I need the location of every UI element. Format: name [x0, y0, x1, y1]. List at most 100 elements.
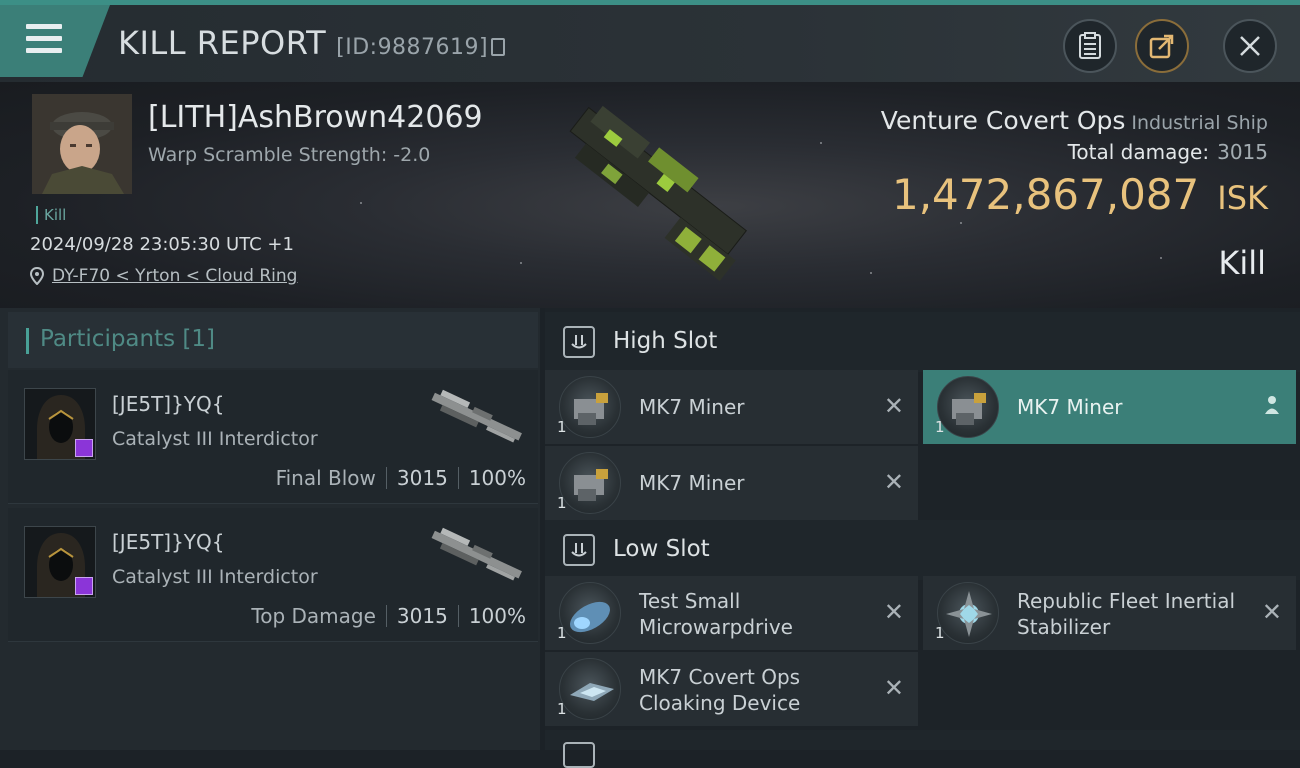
module-qty: 1 [557, 700, 567, 718]
share-button[interactable] [1135, 19, 1189, 73]
participant-ship-image [431, 389, 522, 443]
module-name: Test Small Microwarpdrive [639, 588, 793, 640]
page-title: KILL REPORT [ID:9887619] [118, 24, 506, 62]
participants-label: Participants [40, 326, 176, 352]
low-slot-label: Low Slot [613, 536, 710, 562]
participant-avatar[interactable] [24, 526, 96, 598]
menu-button[interactable] [0, 5, 110, 77]
location-link[interactable]: DY-F70 < Yrton < Cloud Ring [52, 266, 297, 286]
victim-ship-name[interactable]: Venture Covert Ops Industrial Ship [881, 106, 1268, 135]
warp-scramble-strength: Warp Scramble Strength: -2.0 [148, 144, 431, 166]
participants-panel: Participants [1] [JE5T]}YQ{ Catalyst III… [0, 308, 540, 750]
module-qty: 1 [557, 418, 567, 436]
person-icon[interactable] [1262, 394, 1282, 416]
close-button[interactable] [1223, 19, 1277, 73]
isk-unit: ISK [1217, 179, 1268, 217]
module-item[interactable]: 1 MK7 Covert Ops Cloaking Device ✕ [545, 652, 918, 726]
inertial-stabilizer-icon [937, 582, 999, 644]
module-name: MK7 Covert Ops Cloaking Device [639, 664, 800, 716]
isk-amount: 1,472,867,087 [891, 170, 1200, 219]
remove-icon[interactable]: ✕ [884, 470, 904, 494]
remove-icon[interactable]: ✕ [1262, 600, 1282, 624]
stat-percent: 100% [468, 604, 526, 628]
kill-type-tag: Kill [36, 206, 66, 224]
clipboard-button[interactable] [1063, 19, 1117, 73]
fitting-panel: High Slot 1 MK7 Miner ✕ 1 MK7 Miner 1 MK… [545, 308, 1300, 768]
victim-panel: [LITH]AshBrown42069 Warp Scramble Streng… [0, 82, 1300, 308]
low-slot-header: Low Slot [545, 520, 1300, 580]
participants-count: [1] [182, 326, 216, 352]
high-slot-icon [563, 326, 595, 358]
victim-name[interactable]: [LITH]AshBrown42069 [148, 100, 483, 135]
close-icon [1240, 36, 1260, 56]
module-qty: 1 [935, 418, 945, 436]
module-name-line2: Stabilizer [1017, 615, 1111, 639]
title-text: KILL REPORT [118, 24, 327, 62]
participant-card[interactable]: [JE5T]}YQ{ Catalyst III Interdictor Fina… [8, 370, 538, 504]
participant-ship: Catalyst III Interdictor [112, 566, 318, 588]
participant-stats: Top Damage 3015 100% [251, 604, 526, 628]
participant-stats: Final Blow 3015 100% [276, 466, 526, 490]
module-name: MK7 Miner [639, 471, 745, 495]
module-qty: 1 [557, 624, 567, 642]
kill-datetime: 2024/09/28 23:05:30 UTC +1 [30, 234, 294, 255]
miner-icon [559, 376, 621, 438]
isk-value: 1,472,867,087 ISK [892, 170, 1268, 219]
participant-badge [75, 439, 93, 457]
remove-icon[interactable]: ✕ [884, 394, 904, 418]
remove-icon[interactable]: ✕ [884, 676, 904, 700]
report-id: [ID:9887619] [336, 35, 489, 60]
module-item[interactable]: 1 Republic Fleet Inertial Stabilizer ✕ [923, 576, 1296, 650]
participant-avatar[interactable] [24, 388, 96, 460]
module-item-selected[interactable]: 1 MK7 Miner [923, 370, 1296, 444]
location-pin-icon [30, 267, 44, 285]
ship-class: Industrial Ship [1131, 112, 1268, 134]
victim-ship-image[interactable] [540, 100, 780, 290]
victim-avatar[interactable] [32, 94, 132, 194]
module-item[interactable]: 1 Test Small Microwarpdrive ✕ [545, 576, 918, 650]
participants-accent-bar [26, 328, 29, 354]
module-item[interactable]: 1 MK7 Miner ✕ [545, 446, 918, 520]
module-name-line1: Test Small [639, 589, 741, 613]
stat-damage: 3015 [396, 604, 448, 628]
low-slot-icon [563, 534, 595, 566]
stat-label: Top Damage [251, 604, 376, 628]
result-label: Kill [1218, 244, 1266, 282]
hamburger-icon [26, 24, 62, 54]
ship-name-text: Venture Covert Ops [880, 106, 1126, 135]
miner-icon [559, 452, 621, 514]
module-item[interactable]: 1 MK7 Miner ✕ [545, 370, 918, 444]
participant-name[interactable]: [JE5T]}YQ{ [112, 392, 225, 416]
stat-label: Final Blow [275, 466, 376, 490]
participants-header[interactable]: Participants [1] [8, 312, 538, 368]
next-slot-header-partial [545, 730, 1300, 768]
remove-icon[interactable]: ✕ [884, 600, 904, 624]
module-name-line2: Microwarpdrive [639, 615, 793, 639]
high-slot-header: High Slot [545, 312, 1300, 372]
participants-title: Participants [1] [40, 326, 215, 352]
cloaking-device-icon [559, 658, 621, 720]
participant-ship: Catalyst III Interdictor [112, 428, 318, 450]
module-name: MK7 Miner [1017, 395, 1123, 419]
total-damage-label: Total damage: [1067, 140, 1210, 164]
clipboard-icon [1079, 32, 1101, 59]
participant-card[interactable]: [JE5T]}YQ{ Catalyst III Interdictor Top … [8, 508, 538, 642]
share-icon [1149, 34, 1174, 59]
module-name: MK7 Miner [639, 395, 745, 419]
stat-percent: 100% [468, 466, 526, 490]
total-damage: Total damage: 3015 [1068, 140, 1268, 164]
slot-icon [563, 742, 595, 768]
module-name-line1: MK7 Covert Ops [639, 665, 801, 689]
header-bar: KILL REPORT [ID:9887619] [0, 5, 1300, 82]
module-name-line2: Cloaking Device [639, 691, 801, 715]
copy-icon[interactable] [491, 38, 506, 56]
participant-ship-image [431, 527, 522, 581]
kill-location[interactable]: DY-F70 < Yrton < Cloud Ring [30, 266, 297, 286]
module-name: Republic Fleet Inertial Stabilizer [1017, 588, 1235, 640]
pilot-portrait-icon [32, 94, 132, 194]
module-name-line1: Republic Fleet Inertial [1017, 589, 1236, 613]
high-slot-label: High Slot [613, 328, 718, 354]
stat-damage: 3015 [396, 466, 448, 490]
module-qty: 1 [557, 494, 567, 512]
participant-name[interactable]: [JE5T]}YQ{ [112, 530, 225, 554]
